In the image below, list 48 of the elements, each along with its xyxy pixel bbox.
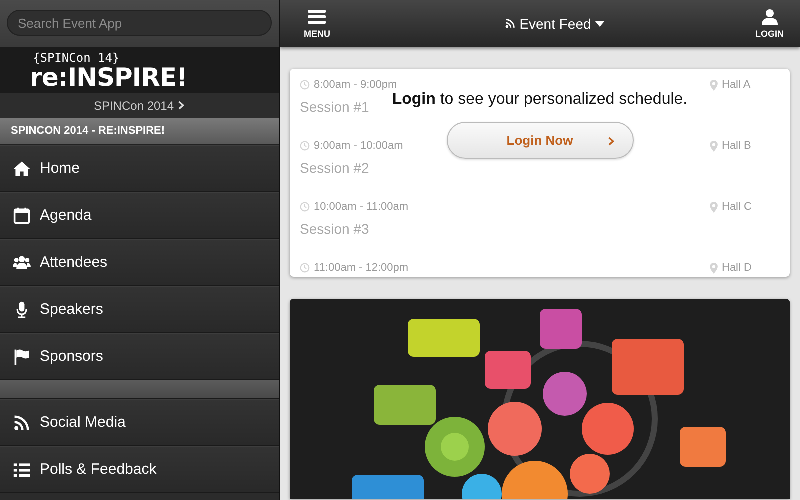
- clock-icon: [300, 263, 310, 273]
- login-button[interactable]: LOGIN: [755, 8, 784, 38]
- menu-item[interactable]: Agenda: [0, 192, 279, 239]
- menu-item[interactable]: Polls & Feedback: [0, 446, 279, 493]
- pin-icon: [710, 80, 718, 90]
- menu-icon: [308, 8, 326, 24]
- session-time: 10:00am - 11:00am: [300, 201, 409, 213]
- search-field[interactable]: Search Event App: [7, 10, 272, 36]
- session-title: Session #2: [300, 160, 370, 176]
- feed-dropdown[interactable]: Event Feed: [504, 16, 606, 32]
- user-icon: [762, 8, 778, 24]
- session-time: 11:00am - 12:00pm: [300, 262, 409, 274]
- event-link[interactable]: SPINCon 2014: [94, 98, 186, 112]
- session-time: 9:00am - 10:00am: [300, 140, 404, 152]
- caret-icon: [595, 20, 606, 26]
- chevron-icon: [178, 101, 186, 110]
- login-now-button[interactable]: Login Now: [446, 122, 634, 159]
- clock-icon: [300, 202, 310, 212]
- session-time: 8:00am - 9:00pm: [300, 79, 398, 91]
- clock-icon: [300, 80, 310, 90]
- pin-icon: [710, 140, 718, 152]
- login-prompt: Login to see your personalized schedule.: [392, 91, 688, 109]
- section-header: SPINCON 2014 - RE:INSPIRE!: [0, 118, 279, 145]
- rss-icon: [504, 18, 516, 29]
- session-location: Hall C: [710, 201, 776, 213]
- pin-icon: [710, 262, 718, 274]
- menu-item[interactable]: Speakers: [0, 286, 279, 333]
- menu-item[interactable]: Home: [0, 145, 279, 192]
- session-title: Session #3: [300, 221, 370, 237]
- session-title: Session #1: [300, 99, 370, 115]
- flag-icon: [12, 348, 32, 366]
- logo-tagline: {SPINCon 14}: [32, 50, 121, 65]
- clock-icon: [300, 141, 310, 151]
- chevron-icon: [608, 137, 614, 146]
- menu-item[interactable]: Sponsors: [0, 333, 279, 380]
- list-icon: [12, 460, 32, 478]
- session-location: Hall D: [710, 262, 776, 274]
- home-icon: [12, 160, 32, 178]
- pin-icon: [710, 202, 718, 212]
- menu-button[interactable]: MENU: [304, 8, 330, 38]
- session-location: Hall B: [710, 140, 776, 152]
- calendar-icon: [12, 206, 32, 224]
- session-location: Hall A: [710, 79, 776, 91]
- rss-icon: [12, 414, 32, 432]
- logo-text: re:INSPIRE!: [30, 65, 188, 91]
- menu-item[interactable]: Social Media: [0, 399, 279, 446]
- menu-item[interactable]: Attendees: [0, 239, 279, 286]
- people-icon: [12, 254, 32, 272]
